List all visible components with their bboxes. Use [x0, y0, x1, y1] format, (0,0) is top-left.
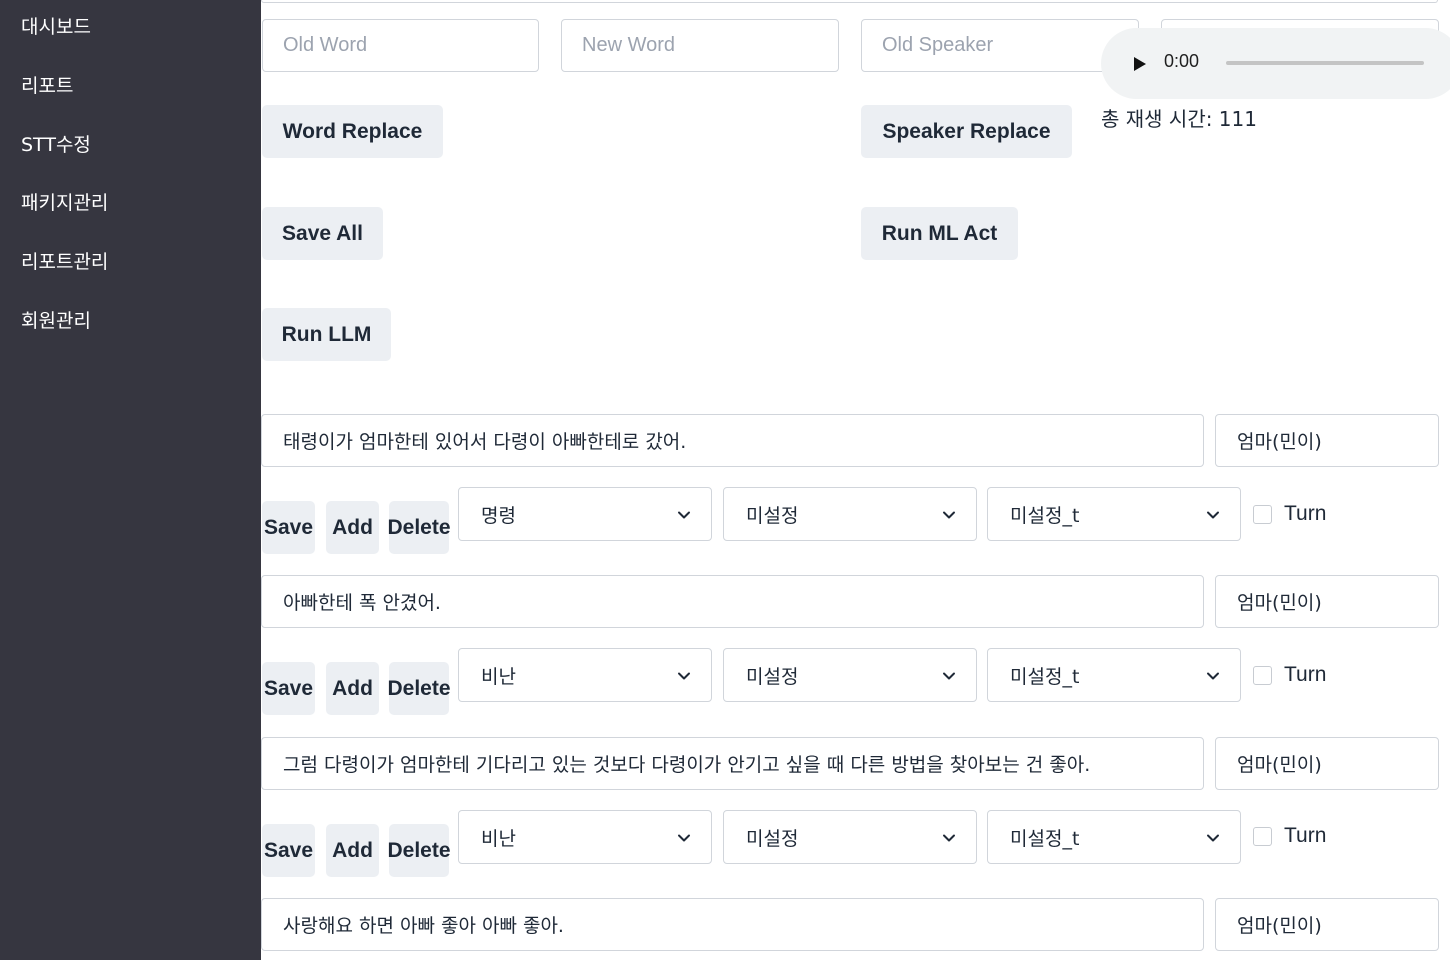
turn-checkbox[interactable] [1253, 666, 1272, 685]
turn-label: Turn [1284, 502, 1327, 525]
delete-button[interactable]: Delete [387, 824, 451, 877]
chevron-down-icon [943, 834, 955, 842]
category-select-value: 비난 [481, 827, 516, 850]
audio-current-time: 0:00 [1164, 51, 1200, 71]
sidebar: 대시보드 리포트 STT수정 패키지관리 리포트관리 회원관리 [0, 0, 261, 960]
tag-t-select[interactable]: 미설정_t [987, 810, 1241, 864]
save-all-button[interactable]: Save All [262, 207, 383, 260]
sidebar-item-report-management[interactable]: 리포트관리 [21, 250, 108, 274]
add-button[interactable]: Add [326, 662, 379, 715]
utterance-text-3[interactable]: 그럼 다령이가 엄마한테 기다리고 있는 것보다 다령이가 안기고 싶을 때 다… [261, 737, 1204, 790]
tag-select-value: 미설정 [746, 827, 799, 850]
add-button[interactable]: Add [326, 824, 379, 877]
chevron-down-icon [943, 511, 955, 519]
tag-t-select[interactable]: 미설정_t [987, 648, 1241, 702]
previous-element-edge [261, 0, 1438, 3]
tag-t-select[interactable]: 미설정_t [987, 487, 1241, 541]
sidebar-item-package-management[interactable]: 패키지관리 [21, 191, 108, 215]
category-select[interactable]: 명령 [458, 487, 712, 541]
utterance-speaker-4[interactable]: 엄마(민이) [1215, 898, 1439, 951]
sidebar-item-dashboard[interactable]: 대시보드 [21, 15, 91, 39]
category-select-value: 비난 [481, 665, 516, 688]
save-button[interactable]: Save [262, 662, 315, 715]
tag-t-select-value: 미설정_t [1010, 665, 1080, 688]
play-icon[interactable] [1129, 53, 1149, 75]
tag-t-select-value: 미설정_t [1010, 504, 1080, 527]
old-speaker-input[interactable] [861, 19, 1139, 72]
old-word-input[interactable] [262, 19, 539, 72]
category-select-value: 명령 [481, 504, 516, 527]
word-replace-button[interactable]: Word Replace [262, 105, 443, 158]
turn-label: Turn [1284, 824, 1327, 847]
tag-select-value: 미설정 [746, 665, 799, 688]
sidebar-item-report[interactable]: 리포트 [21, 74, 73, 98]
new-word-input[interactable] [561, 19, 839, 72]
tag-select[interactable]: 미설정 [723, 487, 977, 541]
utterance-speaker-1[interactable]: 엄마(민이) [1215, 414, 1439, 467]
audio-progress-track[interactable] [1226, 61, 1424, 65]
tag-select-value: 미설정 [746, 504, 799, 527]
turn-label: Turn [1284, 663, 1327, 686]
save-button[interactable]: Save [262, 824, 315, 877]
chevron-down-icon [678, 834, 690, 842]
audio-player: 0:00 [1101, 28, 1450, 99]
add-button[interactable]: Add [326, 501, 379, 554]
tag-select[interactable]: 미설정 [723, 648, 977, 702]
sidebar-item-stt-edit[interactable]: STT수정 [21, 133, 91, 157]
chevron-down-icon [1207, 511, 1219, 519]
chevron-down-icon [678, 511, 690, 519]
chevron-down-icon [678, 672, 690, 680]
turn-checkbox[interactable] [1253, 505, 1272, 524]
save-button[interactable]: Save [262, 501, 315, 554]
utterance-text-4[interactable]: 사랑해요 하면 아빠 좋아 아빠 좋아. [261, 898, 1204, 951]
utterance-speaker-3[interactable]: 엄마(민이) [1215, 737, 1439, 790]
delete-button[interactable]: Delete [387, 501, 451, 554]
utterance-text-1[interactable]: 태령이가 엄마한테 있어서 다령이 아빠한테로 갔어. [261, 414, 1204, 467]
turn-checkbox[interactable] [1253, 827, 1272, 846]
category-select[interactable]: 비난 [458, 648, 712, 702]
chevron-down-icon [1207, 834, 1219, 842]
speaker-replace-button[interactable]: Speaker Replace [861, 105, 1072, 158]
delete-button[interactable]: Delete [387, 662, 451, 715]
tag-select[interactable]: 미설정 [723, 810, 977, 864]
run-ml-act-button[interactable]: Run ML Act [861, 207, 1018, 260]
tag-t-select-value: 미설정_t [1010, 827, 1080, 850]
utterance-speaker-2[interactable]: 엄마(민이) [1215, 575, 1439, 628]
category-select[interactable]: 비난 [458, 810, 712, 864]
chevron-down-icon [1207, 672, 1219, 680]
run-llm-button[interactable]: Run LLM [262, 308, 391, 361]
chevron-down-icon [943, 672, 955, 680]
utterance-text-2[interactable]: 아빠한테 폭 안겼어. [261, 575, 1204, 628]
total-play-time: 총 재생 시간: 111 [1101, 107, 1257, 131]
sidebar-item-member-management[interactable]: 회원관리 [21, 309, 91, 333]
